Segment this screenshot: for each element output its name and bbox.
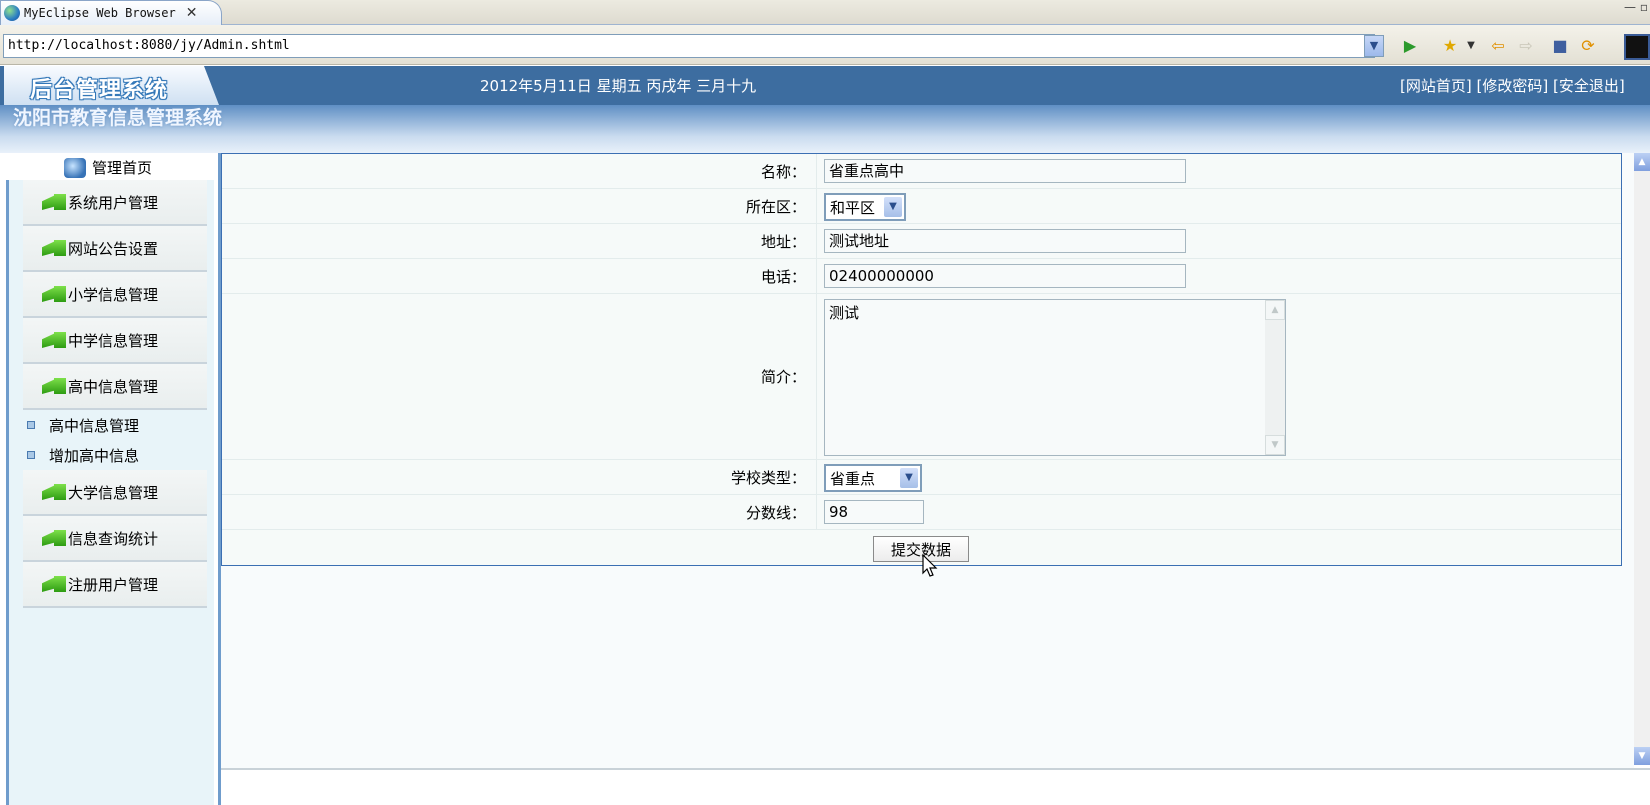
menu-item-label: 网站公告设置 bbox=[68, 239, 159, 258]
menu-item-label: 系统用户管理 bbox=[68, 193, 159, 212]
phone-input[interactable]: 02400000000 bbox=[824, 264, 1186, 288]
menu-item-middle-school[interactable]: 中学信息管理 bbox=[23, 318, 207, 364]
submenu-item-add-high-school[interactable]: 增加高中信息 bbox=[9, 440, 214, 470]
intro-text: 测试 bbox=[829, 304, 860, 322]
green-arrow-icon bbox=[42, 194, 66, 210]
form-row-type: 学校类型： 省重点 ▼ bbox=[222, 460, 1621, 495]
school-type-value: 省重点 bbox=[830, 469, 876, 488]
close-tab-icon[interactable]: ✕ bbox=[186, 5, 198, 21]
green-arrow-icon bbox=[42, 240, 66, 256]
menu-item-high-school[interactable]: 高中信息管理 bbox=[23, 364, 207, 410]
address-label: 地址： bbox=[222, 224, 817, 258]
green-arrow-icon bbox=[42, 286, 66, 302]
menu-item-site-notice[interactable]: 网站公告设置 bbox=[23, 226, 207, 272]
menu-item-label: 信息查询统计 bbox=[68, 529, 159, 548]
menu-item-label: 注册用户管理 bbox=[68, 575, 159, 594]
menu-item-label: 中学信息管理 bbox=[68, 331, 159, 350]
school-form: 名称： 省重点高中 所在区： 和平区 ▼ 地址： 测试地址 电话： 024000… bbox=[221, 153, 1622, 577]
bullet-icon bbox=[27, 451, 35, 459]
forward-icon[interactable]: ⇨ bbox=[1516, 36, 1536, 56]
district-select-value: 和平区 bbox=[830, 198, 876, 217]
district-select[interactable]: 和平区 ▼ bbox=[824, 193, 906, 221]
green-arrow-icon bbox=[42, 530, 66, 546]
go-icon[interactable]: ▶ bbox=[1400, 36, 1420, 56]
browser-toolbar: http://localhost:8080/jy/Admin.shtml ▼ ▶… bbox=[0, 25, 1650, 65]
stop-icon[interactable]: ■ bbox=[1550, 36, 1570, 56]
address-bar[interactable]: http://localhost:8080/jy/Admin.shtml bbox=[3, 34, 1375, 58]
green-arrow-icon bbox=[42, 576, 66, 592]
sidebar-menu: 系统用户管理 网站公告设置 小学信息管理 中学信息管理 高中信息管理 高中信息管… bbox=[6, 180, 214, 805]
globe-icon bbox=[4, 5, 20, 21]
chevron-down-icon[interactable]: ▼ bbox=[900, 468, 918, 488]
admin-home-label: 管理首页 bbox=[92, 159, 153, 177]
system-title: 沈阳市教育信息管理系统 bbox=[12, 107, 222, 129]
district-label: 所在区： bbox=[222, 189, 817, 223]
back-icon[interactable]: ⇦ bbox=[1488, 36, 1508, 56]
menu-item-label: 小学信息管理 bbox=[68, 285, 159, 304]
sidebar: 沈阳市教育信息管理系统 管理首页 系统用户管理 网站公告设置 小学信息管理 中学… bbox=[0, 105, 222, 805]
bullet-icon bbox=[27, 421, 35, 429]
favorites-icon[interactable]: ★ bbox=[1440, 36, 1460, 56]
score-input[interactable]: 98 bbox=[824, 500, 924, 524]
intro-textarea[interactable]: 测试 ▲ ▼ bbox=[824, 299, 1286, 456]
menu-item-label: 大学信息管理 bbox=[68, 483, 159, 502]
submenu-item-label: 高中信息管理 bbox=[49, 416, 140, 435]
address-input[interactable]: 测试地址 bbox=[824, 229, 1186, 253]
submenu-item-label: 增加高中信息 bbox=[49, 446, 140, 465]
menu-item-registered-users[interactable]: 注册用户管理 bbox=[23, 562, 207, 608]
scroll-up-icon[interactable]: ▲ bbox=[1265, 300, 1285, 320]
school-type-select[interactable]: 省重点 ▼ bbox=[824, 464, 922, 492]
refresh-icon[interactable]: ⟳ bbox=[1578, 36, 1598, 56]
form-row-name: 名称： 省重点高中 bbox=[222, 154, 1621, 189]
menu-item-label: 高中信息管理 bbox=[68, 377, 159, 396]
scroll-down-icon[interactable]: ▼ bbox=[1634, 747, 1650, 765]
address-dropdown-icon[interactable]: ▼ bbox=[1364, 35, 1384, 57]
menu-item-system-users[interactable]: 系统用户管理 bbox=[23, 180, 207, 226]
green-arrow-icon bbox=[42, 378, 66, 394]
form-row-address: 地址： 测试地址 bbox=[222, 224, 1621, 259]
top-banner: 后台管理系统 2012年5月11日 星期五 丙戌年 三月十九 [网站首页] [修… bbox=[0, 66, 1650, 105]
site-home-link[interactable]: [网站首页] bbox=[1400, 77, 1472, 95]
intro-label: 简介： bbox=[222, 294, 817, 459]
content-area: 名称： 省重点高中 所在区： 和平区 ▼ 地址： 测试地址 电话： 024000… bbox=[218, 153, 1634, 805]
window-controls[interactable]: — ▫ bbox=[1624, 0, 1648, 14]
menu-item-query-stats[interactable]: 信息查询统计 bbox=[23, 516, 207, 562]
web-page: 后台管理系统 2012年5月11日 星期五 丙戌年 三月十九 [网站首页] [修… bbox=[0, 66, 1650, 805]
admin-home-link[interactable]: 管理首页 bbox=[64, 157, 152, 178]
browser-tab-title: MyEclipse Web Browser bbox=[24, 6, 176, 20]
page-scrollbar[interactable]: ▲ ▼ bbox=[1634, 153, 1650, 765]
type-label: 学校类型： bbox=[222, 460, 817, 494]
header-gradient-band bbox=[0, 105, 1650, 153]
green-arrow-icon bbox=[42, 332, 66, 348]
form-row-phone: 电话： 02400000000 bbox=[222, 259, 1621, 294]
green-arrow-icon bbox=[42, 484, 66, 500]
top-links: [网站首页] [修改密码] [安全退出] bbox=[1400, 75, 1625, 96]
browser-tab-bar: MyEclipse Web Browser ✕ — ▫ bbox=[0, 0, 1650, 25]
textarea-scrollbar[interactable]: ▲ ▼ bbox=[1265, 300, 1285, 455]
app-logo: 后台管理系统 bbox=[30, 78, 169, 103]
score-label: 分数线： bbox=[222, 495, 817, 529]
scroll-down-icon[interactable]: ▼ bbox=[1265, 435, 1285, 455]
toolbar-panel[interactable] bbox=[1624, 34, 1650, 60]
form-row-intro: 简介： 测试 ▲ ▼ bbox=[222, 294, 1621, 460]
form-row-district: 所在区： 和平区 ▼ bbox=[222, 189, 1621, 224]
browser-tab[interactable]: MyEclipse Web Browser ✕ bbox=[0, 0, 222, 25]
bottom-frame bbox=[221, 768, 1650, 805]
name-label: 名称： bbox=[222, 154, 817, 188]
mouse-cursor-icon bbox=[922, 554, 938, 577]
favorites-dropdown-icon[interactable]: ▼ bbox=[1461, 36, 1481, 56]
computer-icon bbox=[64, 157, 86, 178]
submenu-item-high-school-list[interactable]: 高中信息管理 bbox=[9, 410, 214, 440]
menu-item-university[interactable]: 大学信息管理 bbox=[23, 470, 207, 516]
chevron-down-icon[interactable]: ▼ bbox=[884, 197, 902, 217]
name-input[interactable]: 省重点高中 bbox=[824, 159, 1186, 183]
form-row-score: 分数线： 98 bbox=[222, 495, 1621, 530]
change-password-link[interactable]: [修改密码] bbox=[1477, 77, 1549, 95]
phone-label: 电话： bbox=[222, 259, 817, 293]
logout-link[interactable]: [安全退出] bbox=[1553, 77, 1625, 95]
scroll-up-icon[interactable]: ▲ bbox=[1634, 153, 1650, 171]
menu-item-primary-school[interactable]: 小学信息管理 bbox=[23, 272, 207, 318]
date-display: 2012年5月11日 星期五 丙戌年 三月十九 bbox=[480, 77, 757, 95]
submit-button[interactable]: 提交数据 bbox=[873, 536, 969, 562]
